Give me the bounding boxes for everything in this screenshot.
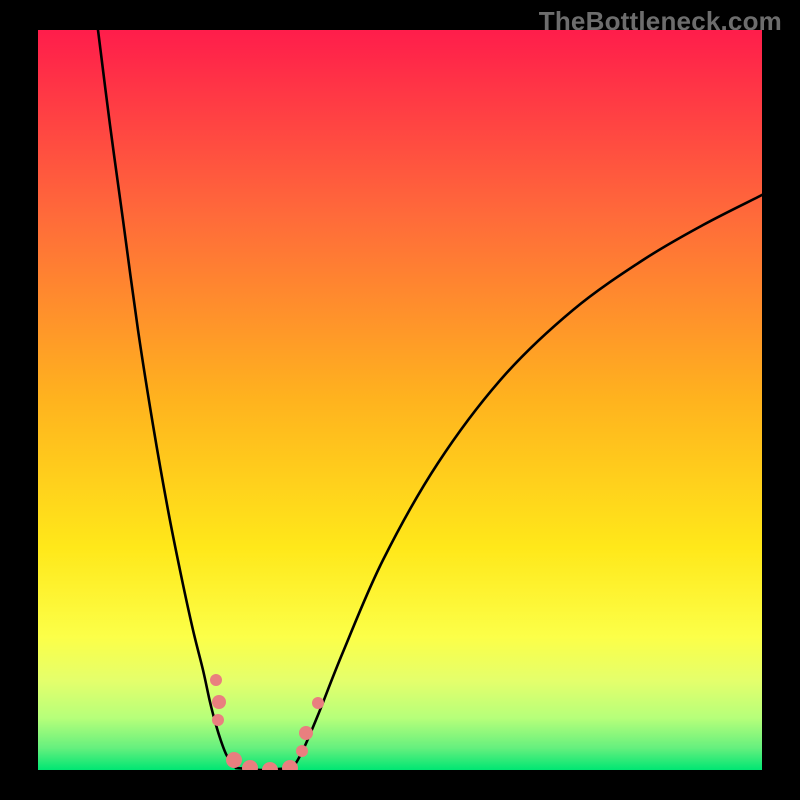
marker-dot [212,714,224,726]
marker-dot [262,762,278,770]
plot-area [38,30,762,770]
marker-dot [210,674,222,686]
marker-dot [312,697,324,709]
bottleneck-curve [38,30,762,770]
curve-right-branch [293,194,762,768]
marker-dot [299,726,313,740]
marker-dot [296,745,308,757]
marker-dot [242,760,258,770]
curve-left-branch [98,30,236,768]
chart-frame: TheBottleneck.com [0,0,800,800]
marker-dot [226,752,242,768]
marker-dot [212,695,226,709]
